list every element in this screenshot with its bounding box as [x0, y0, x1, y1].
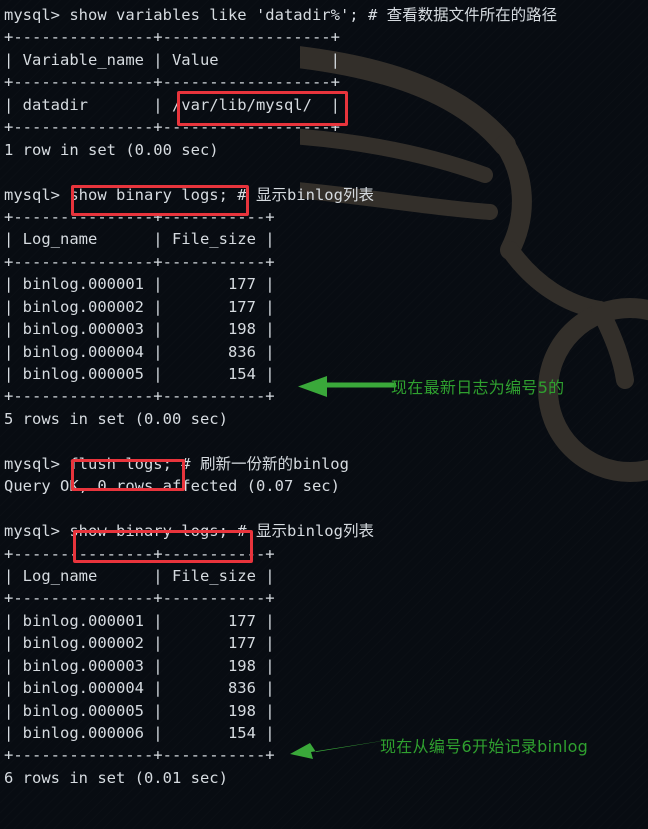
terminal-line: mysql> flush logs; # 刷新一份新的binlog: [4, 454, 349, 473]
terminal-line: | datadir | /var/lib/mysql/ |: [4, 95, 340, 114]
terminal-line: | Variable_name | Value |: [4, 50, 340, 69]
terminal-line: 1 row in set (0.00 sec): [4, 140, 219, 159]
terminal-line: | binlog.000003 | 198 |: [4, 656, 275, 675]
terminal-line: Query OK, 0 rows affected (0.07 sec): [4, 477, 340, 496]
terminal-line: | Log_name | File_size |: [4, 230, 275, 249]
terminal-line: mysql> show binary logs; # 显示binlog列表: [4, 185, 374, 204]
terminal-line: | binlog.000001 | 177 |: [4, 611, 275, 630]
latest-log-note: 现在最新日志为编号5的: [391, 378, 565, 397]
terminal-line: | binlog.000005 | 198 |: [4, 701, 275, 720]
terminal-line: mysql> show binary logs; # 显示binlog列表: [4, 522, 374, 541]
terminal-line: | Log_name | File_size |: [4, 566, 275, 585]
terminal-line: +---------------+------------------+: [4, 73, 340, 92]
terminal-line: | binlog.000002 | 177 |: [4, 297, 275, 316]
terminal-line: +---------------+-----------+: [4, 544, 275, 563]
terminal-line: +---------------+------------------+: [4, 118, 340, 137]
new-binlog-note: 现在从编号6开始记录binlog: [380, 737, 589, 756]
terminal-line: | binlog.000003 | 198 |: [4, 320, 275, 339]
terminal-line: 5 rows in set (0.00 sec): [4, 409, 228, 428]
terminal-line: | binlog.000004 | 836 |: [4, 342, 275, 361]
terminal-line: mysql> show variables like 'datadir%'; #…: [4, 6, 558, 24]
terminal-line: 6 rows in set (0.01 sec): [4, 768, 228, 787]
terminal-line: +---------------+-----------+: [4, 252, 275, 271]
terminal-line: | binlog.000001 | 177 |: [4, 275, 275, 294]
terminal-line: | binlog.000002 | 177 |: [4, 634, 275, 653]
terminal-window[interactable]: mysql> show variables like 'datadir%'; #…: [0, 0, 648, 829]
terminal-line: +---------------+-----------+: [4, 589, 275, 608]
terminal-line: +---------------+------------------+: [4, 28, 340, 47]
terminal-line: +---------------+-----------+: [4, 207, 275, 226]
terminal-line: | binlog.000004 | 836 |: [4, 679, 275, 698]
